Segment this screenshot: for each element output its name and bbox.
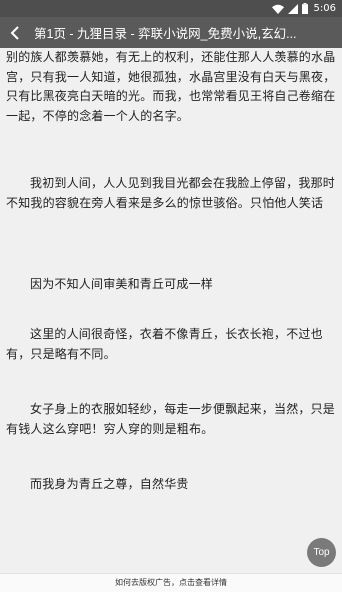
ad-banner[interactable]: 如何去版权广告，点击查看详情 (0, 573, 342, 592)
paragraph: 而我身为青丘之尊，自然华贵 (30, 477, 189, 491)
status-time: 5:06 (313, 3, 336, 14)
paragraph: 别的族人都羡慕她，有无上的权利，还能住那人人羡慕的水晶宫，只有我一人知道，她很孤… (6, 50, 336, 123)
paragraph: 这里的人间很奇怪，衣着不像青丘，长衣长袍，不过也有，只是略有不同。 (6, 327, 323, 361)
battery-icon (301, 3, 308, 14)
back-button[interactable] (0, 17, 30, 48)
back-arrow-icon (10, 25, 19, 40)
reading-content[interactable]: 别的族人都羡慕她，有无上的权利，还能住那人人羡慕的水晶宫，只有我一人知道，她很孤… (0, 48, 342, 573)
scroll-top-button[interactable]: Top (307, 538, 336, 567)
status-icons: 5:06 (271, 2, 336, 15)
paragraph: 我初到人间，人人见到我目光都会在我脸上停留，我那时不知我的容貌在旁人看来是多么的… (6, 176, 336, 210)
page-title: 第1页 - 九狸目录 - 弈联小说网_免费小说,玄幻... (34, 27, 297, 41)
app-bar: 第1页 - 九狸目录 - 弈联小说网_免费小说,玄幻... (0, 17, 342, 48)
status-bar: 5:06 (0, 0, 342, 17)
signal-icon (287, 3, 298, 14)
wifi-icon (271, 4, 284, 14)
paragraph: 女子身上的衣服如轻纱，每走一步便飘起来，当然，只是有钱人这么穿吧！穷人穿的则是粗… (6, 402, 336, 436)
paragraph: 因为不知人间审美和青丘可成一样 (30, 277, 214, 291)
